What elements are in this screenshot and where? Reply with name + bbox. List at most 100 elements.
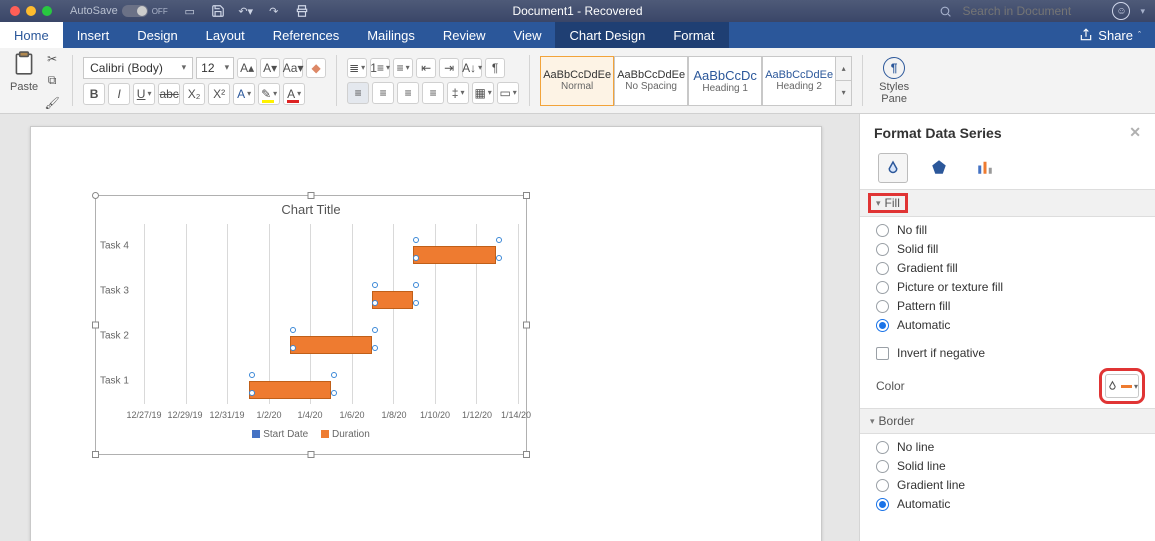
- line-spacing-button[interactable]: ‡: [447, 82, 469, 104]
- tab-insert[interactable]: Insert: [63, 22, 124, 48]
- zoom-window-button[interactable]: [42, 6, 52, 16]
- radio-gradient-line[interactable]: Gradient line: [876, 478, 1139, 492]
- close-icon[interactable]: ✕: [1129, 124, 1141, 141]
- radio-pattern-fill[interactable]: Pattern fill: [876, 299, 1139, 313]
- fill-color-button[interactable]: ▾: [1105, 374, 1139, 398]
- resize-handle[interactable]: [523, 192, 530, 199]
- close-window-button[interactable]: [10, 6, 20, 16]
- color-label: Color: [876, 379, 905, 393]
- bar-task1[interactable]: [249, 381, 331, 399]
- superscript-button[interactable]: X²: [208, 83, 230, 105]
- radio-solid-fill[interactable]: Solid fill: [876, 242, 1139, 256]
- multilevel-button[interactable]: ≡: [393, 58, 413, 78]
- text-effects-button[interactable]: A: [233, 83, 255, 105]
- show-marks-button[interactable]: ¶: [485, 58, 505, 78]
- radio-automatic-line[interactable]: Automatic: [876, 497, 1139, 511]
- tab-references[interactable]: References: [259, 22, 353, 48]
- style-nospacing[interactable]: AaBbCcDdEeNo Spacing: [614, 56, 688, 106]
- cut-icon[interactable]: ✂: [42, 49, 62, 69]
- autosave-switch[interactable]: [122, 5, 148, 17]
- resize-handle[interactable]: [92, 451, 99, 458]
- numbering-button[interactable]: 1≡: [370, 58, 390, 78]
- bold-button[interactable]: B: [83, 83, 105, 105]
- increase-font-icon[interactable]: A▴: [237, 58, 257, 78]
- highlight-button[interactable]: ✎: [258, 83, 280, 105]
- tab-chart-design[interactable]: Chart Design: [555, 22, 659, 48]
- resize-handle[interactable]: [92, 192, 99, 199]
- style-normal[interactable]: AaBbCcDdEeNormal: [540, 56, 614, 106]
- style-heading1[interactable]: AaBbCcDcHeading 1: [688, 56, 762, 106]
- decrease-indent-button[interactable]: ⇤: [416, 58, 436, 78]
- bar-task2[interactable]: [290, 336, 372, 354]
- increase-indent-button[interactable]: ⇥: [439, 58, 459, 78]
- check-invert-negative[interactable]: Invert if negative: [876, 346, 1139, 360]
- minimize-window-button[interactable]: [26, 6, 36, 16]
- tab-view[interactable]: View: [500, 22, 556, 48]
- fill-line-tab[interactable]: [878, 153, 908, 183]
- plot-area[interactable]: Task 4 Task 3 Task 2 Task 1: [144, 224, 518, 404]
- align-center-button[interactable]: ≡: [372, 82, 394, 104]
- subscript-button[interactable]: X₂: [183, 83, 205, 105]
- tab-layout[interactable]: Layout: [192, 22, 259, 48]
- series-options-tab[interactable]: [970, 153, 1000, 183]
- bullets-button[interactable]: ≣: [347, 58, 367, 78]
- resize-handle[interactable]: [523, 451, 530, 458]
- effects-tab[interactable]: [924, 153, 954, 183]
- change-case-icon[interactable]: Aa▾: [283, 58, 303, 78]
- fill-section-header[interactable]: ▾Fill: [860, 189, 1155, 217]
- chart-object[interactable]: Chart Title Task 4 Task 3 Task 2 Task 1: [95, 195, 527, 455]
- save-icon[interactable]: [210, 3, 226, 19]
- borders-button[interactable]: ▭: [497, 82, 519, 104]
- style-heading2[interactable]: AaBbCcDdEeHeading 2: [762, 56, 836, 106]
- font-group: Calibri (Body)▾ 12▾ A▴ A▾ Aa▾ ◆ B I U ab…: [79, 52, 330, 109]
- tab-home[interactable]: Home: [0, 22, 63, 48]
- decrease-font-icon[interactable]: A▾: [260, 58, 280, 78]
- shading-button[interactable]: ▦: [472, 82, 494, 104]
- resize-handle[interactable]: [308, 192, 315, 199]
- bar-task4[interactable]: [413, 246, 495, 264]
- radio-gradient-fill[interactable]: Gradient fill: [876, 261, 1139, 275]
- resize-handle[interactable]: [523, 322, 530, 329]
- radio-solid-line[interactable]: Solid line: [876, 459, 1139, 473]
- font-size-dropdown[interactable]: 12▾: [196, 57, 234, 79]
- feedback-icon[interactable]: ☺: [1112, 2, 1130, 20]
- copy-icon[interactable]: ⧉: [42, 71, 62, 91]
- macos-titlebar: AutoSave OFF ▭ ↶▾ ↷ Document1 - Recovere…: [0, 0, 1155, 22]
- italic-button[interactable]: I: [108, 83, 130, 105]
- style-gallery-arrows[interactable]: ▴▾: [836, 56, 852, 106]
- chart-title[interactable]: Chart Title: [96, 196, 526, 221]
- underline-button[interactable]: U: [133, 83, 155, 105]
- font-color-button[interactable]: A: [283, 83, 305, 105]
- justify-button[interactable]: ≡: [422, 82, 444, 104]
- resize-handle[interactable]: [92, 322, 99, 329]
- redo-icon[interactable]: ↷: [266, 3, 282, 19]
- autosave-toggle[interactable]: AutoSave OFF: [70, 5, 168, 17]
- format-painter-icon[interactable]: 🖌: [42, 93, 62, 113]
- sort-button[interactable]: A↓: [462, 58, 482, 78]
- search-input[interactable]: [962, 4, 1102, 18]
- styles-pane-button[interactable]: ¶ Styles Pane: [869, 52, 919, 109]
- tab-review[interactable]: Review: [429, 22, 500, 48]
- print-icon[interactable]: [294, 3, 310, 19]
- strikethrough-button[interactable]: abc: [158, 83, 180, 105]
- home-page-icon[interactable]: ▭: [182, 3, 198, 19]
- radio-no-line[interactable]: No line: [876, 440, 1139, 454]
- tab-mailings[interactable]: Mailings: [353, 22, 429, 48]
- share-button[interactable]: Share ˆ: [1065, 22, 1155, 48]
- resize-handle[interactable]: [308, 451, 315, 458]
- bar-task3[interactable]: [372, 291, 413, 309]
- clear-formatting-icon[interactable]: ◆: [306, 58, 326, 78]
- tab-design[interactable]: Design: [123, 22, 191, 48]
- radio-picture-fill[interactable]: Picture or texture fill: [876, 280, 1139, 294]
- border-section-header[interactable]: ▾ Border: [860, 408, 1155, 434]
- undo-icon[interactable]: ↶▾: [238, 3, 254, 19]
- document-canvas[interactable]: Chart Title Task 4 Task 3 Task 2 Task 1: [0, 114, 859, 541]
- align-right-button[interactable]: ≡: [397, 82, 419, 104]
- font-name-dropdown[interactable]: Calibri (Body)▾: [83, 57, 193, 79]
- radio-automatic-fill[interactable]: Automatic: [876, 318, 1139, 332]
- radio-no-fill[interactable]: No fill: [876, 223, 1139, 237]
- paste-button[interactable]: [11, 49, 37, 79]
- align-left-button[interactable]: ≡: [347, 82, 369, 104]
- tab-format[interactable]: Format: [659, 22, 728, 48]
- chart-legend[interactable]: Start Date Duration: [96, 429, 526, 440]
